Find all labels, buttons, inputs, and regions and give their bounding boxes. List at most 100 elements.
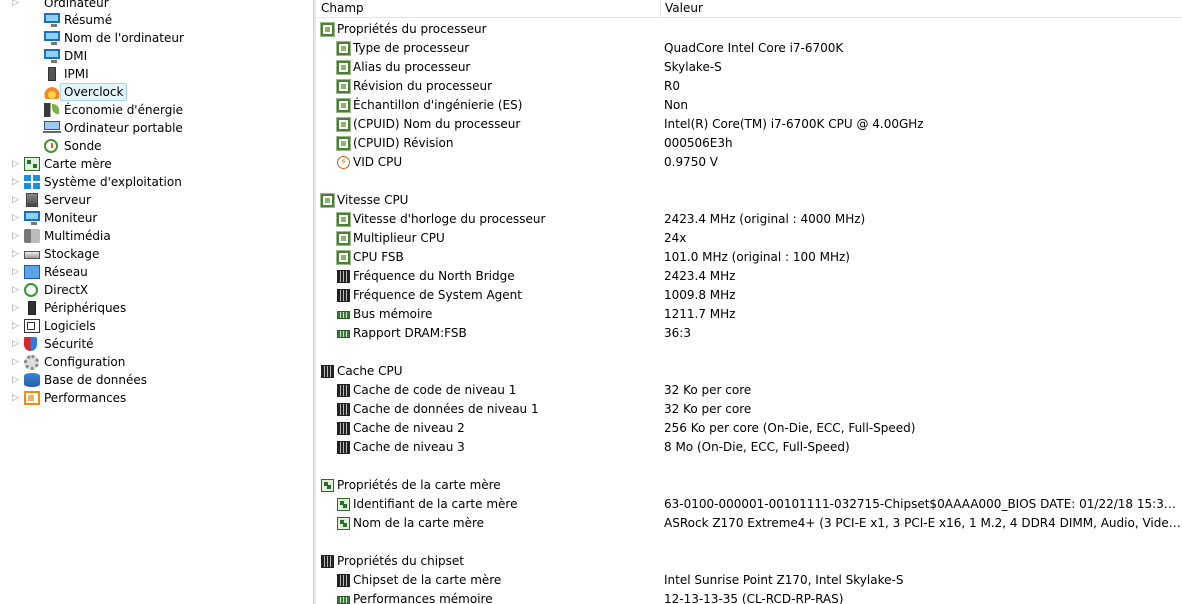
database-icon xyxy=(24,373,40,387)
table-row[interactable]: Fréquence du North Bridge 2423.4 MHz xyxy=(316,267,1182,286)
tree-item--conomie-d-nergie[interactable]: Économie d'énergie xyxy=(0,101,313,119)
tree-item-p-riph-riques[interactable]: ▷ Périphériques xyxy=(0,299,313,317)
tree-item-base-de-donn-es[interactable]: ▷ Base de données xyxy=(0,371,313,389)
chip-block-icon xyxy=(321,365,334,378)
field-name: Vitesse d'horloge du processeur xyxy=(353,212,546,226)
table-row[interactable]: Révision du processeur R0 xyxy=(316,77,1182,96)
tree-item-performances[interactable]: ▷ Performances xyxy=(0,389,313,407)
tree-item-syst-me-d-exploitation[interactable]: ▷ Système d'exploitation xyxy=(0,173,313,191)
tree-item-ordinateur-portable[interactable]: Ordinateur portable xyxy=(0,119,313,137)
table-row[interactable]: Cache de niveau 3 8 Mo (On-Die, ECC, Full… xyxy=(316,438,1182,457)
field-value: 24x xyxy=(664,231,687,245)
tree-item-r-seau[interactable]: ▷ Réseau xyxy=(0,263,313,281)
chip-block-icon xyxy=(337,441,350,454)
field-value: 32 Ko per core xyxy=(664,383,752,397)
expand-arrow-icon[interactable]: ▷ xyxy=(12,209,22,227)
tree-item-configuration[interactable]: ▷ Configuration xyxy=(0,353,313,371)
expand-arrow-icon[interactable]: ▷ xyxy=(12,335,22,353)
table-row[interactable]: Multiplieur CPU 24x xyxy=(316,229,1182,248)
tree-item-multim-dia[interactable]: ▷ Multimédia xyxy=(0,227,313,245)
expand-arrow-icon[interactable]: ▷ xyxy=(12,389,22,407)
table-row[interactable]: Vitesse d'horloge du processeur 2423.4 MH… xyxy=(316,210,1182,229)
cpu-chip-icon xyxy=(336,98,351,113)
section-header[interactable]: Cache CPU xyxy=(316,362,1182,381)
tree-item-dmi[interactable]: DMI xyxy=(0,47,313,65)
cpu-chip-icon xyxy=(336,60,351,75)
tree-item-carte-m-re[interactable]: ▷ Carte mère xyxy=(0,155,313,173)
tree-item-moniteur[interactable]: ▷ Moniteur xyxy=(0,209,313,227)
flame-icon xyxy=(44,85,60,99)
column-header-field[interactable]: Champ xyxy=(321,0,364,17)
tree-item-s-curit-[interactable]: ▷ Sécurité xyxy=(0,335,313,353)
expand-arrow-icon[interactable]: ▷ xyxy=(12,245,22,263)
table-row[interactable]: Fréquence de System Agent 1009.8 MHz xyxy=(316,286,1182,305)
tree-item-overclock[interactable]: Overclock xyxy=(0,83,313,101)
field-value: Intel Sunrise Point Z170, Intel Skylake-… xyxy=(664,573,904,587)
table-row[interactable]: (CPUID) Révision 000506E3h xyxy=(316,134,1182,153)
table-row[interactable]: Performances mémoire 12-13-13-35 (CL-RCD-… xyxy=(316,590,1182,604)
field-value: 1211.7 MHz xyxy=(664,307,736,321)
field-name: Performances mémoire xyxy=(353,592,493,604)
field-name: (CPUID) Révision xyxy=(353,136,454,150)
tree-item-serveur[interactable]: ▷ Serveur xyxy=(0,191,313,209)
tree-item-label: Stockage xyxy=(44,247,100,261)
chip-block-icon xyxy=(321,555,334,568)
table-row[interactable]: ⚡ VID CPU 0.9750 V xyxy=(316,153,1182,172)
table-row[interactable]: Cache de données de niveau 1 32 Ko per co… xyxy=(316,400,1182,419)
tree-item-stockage[interactable]: ▷ Stockage xyxy=(0,245,313,263)
section-header[interactable]: Propriétés du processeur xyxy=(316,20,1182,39)
expand-arrow-icon[interactable]: ▷ xyxy=(12,263,22,281)
voltage-icon: ⚡ xyxy=(337,156,350,169)
tree-item-ipmi[interactable]: IPMI xyxy=(0,65,313,83)
section-header[interactable]: Propriétés de la carte mère xyxy=(316,476,1182,495)
field-value: 256 Ko per core (On-Die, ECC, Full-Speed… xyxy=(664,421,916,435)
expand-arrow-icon[interactable]: ▷ xyxy=(12,227,22,245)
section-header[interactable]: Vitesse CPU xyxy=(316,191,1182,210)
tree-item-sonde[interactable]: Sonde xyxy=(0,137,313,155)
drive-icon xyxy=(24,251,40,259)
expand-arrow-icon[interactable]: ▷ xyxy=(12,155,22,173)
tree-item-directx[interactable]: ▷ DirectX xyxy=(0,281,313,299)
cpu-chip-icon xyxy=(336,79,351,94)
expand-arrow-icon[interactable]: ▷ xyxy=(12,299,22,317)
section-title: Vitesse CPU xyxy=(337,193,409,207)
network-icon xyxy=(24,265,40,279)
field-name: Échantillon d'ingénierie (ES) xyxy=(353,98,523,112)
tree-item-label: Sonde xyxy=(64,139,102,153)
expand-arrow-icon[interactable]: ▷ xyxy=(12,173,22,191)
tree-item-label: Performances xyxy=(44,391,127,405)
tree-item-r-sum-[interactable]: Résumé xyxy=(0,11,313,29)
table-row[interactable]: Cache de code de niveau 1 32 Ko per core xyxy=(316,381,1182,400)
field-name: (CPUID) Nom du processeur xyxy=(353,117,521,131)
field-value: 2423.4 MHz xyxy=(664,269,736,283)
section-header[interactable]: Propriétés du chipset xyxy=(316,552,1182,571)
cpu-chip-icon xyxy=(336,212,351,227)
column-header-value[interactable]: Valeur xyxy=(665,0,703,17)
tree-item-nom-de-l-ordinateur[interactable]: Nom de l'ordinateur xyxy=(0,29,313,47)
table-row[interactable]: CPU FSB 101.0 MHz (original : 100 MHz) xyxy=(316,248,1182,267)
table-row[interactable]: Cache de niveau 2 256 Ko per core (On-Die… xyxy=(316,419,1182,438)
tree-item-label: Économie d'énergie xyxy=(64,103,184,117)
expand-arrow-icon[interactable]: ▷ xyxy=(12,281,22,299)
table-row[interactable]: Bus mémoire 1211.7 MHz xyxy=(316,305,1182,324)
motherboard-icon xyxy=(337,517,350,530)
table-row[interactable]: Échantillon d'ingénierie (ES) Non xyxy=(316,96,1182,115)
tree-item-logiciels[interactable]: ▷ Logiciels xyxy=(0,317,313,335)
table-row[interactable]: Identifiant de la carte mère 63-0100-0000… xyxy=(316,495,1182,514)
tree-item-label: Résumé xyxy=(64,13,113,27)
column-separator[interactable] xyxy=(660,0,661,17)
table-row[interactable]: Nom de la carte mère ASRock Z170 Extreme4… xyxy=(316,514,1182,533)
field-name: Cache de niveau 2 xyxy=(353,421,465,435)
table-row[interactable]: Rapport DRAM:FSB 36:3 xyxy=(316,324,1182,343)
field-name: Identifiant de la carte mère xyxy=(353,497,518,511)
table-row[interactable]: (CPUID) Nom du processeur Intel(R) Core(T… xyxy=(316,115,1182,134)
table-row[interactable]: Type de processeur QuadCore Intel Core i7… xyxy=(316,39,1182,58)
expand-arrow-icon[interactable]: ▷ xyxy=(12,317,22,335)
table-row[interactable]: Alias du processeur Skylake-S xyxy=(316,58,1182,77)
expand-arrow-icon[interactable]: ▷ xyxy=(12,191,22,209)
field-value: 101.0 MHz (original : 100 MHz) xyxy=(664,250,850,264)
table-row[interactable]: Chipset de la carte mère Intel Sunrise Po… xyxy=(316,571,1182,590)
expand-arrow-icon[interactable]: ▷ xyxy=(12,353,22,371)
tree-item-label: Moniteur xyxy=(44,211,98,225)
expand-arrow-icon[interactable]: ▷ xyxy=(12,371,22,389)
